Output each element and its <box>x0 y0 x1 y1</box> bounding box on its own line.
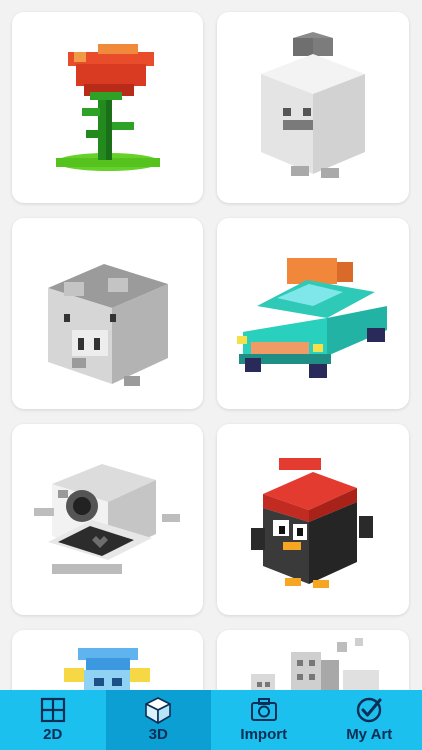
rose-voxel-image <box>56 44 160 171</box>
tab-import-label: Import <box>240 726 288 743</box>
checkmark-circle-icon <box>357 697 382 723</box>
gallery-item-ghost[interactable] <box>217 12 409 203</box>
camera-icon <box>250 698 277 721</box>
penguin-voxel-image <box>251 458 373 588</box>
cube-icon <box>145 697 172 724</box>
pig-voxel-image <box>48 264 168 386</box>
camera-voxel-image <box>34 464 180 574</box>
tab-3d-label: 3D <box>148 726 168 743</box>
ghost-voxel-image <box>261 32 365 178</box>
gallery-item-camera[interactable] <box>12 424 203 615</box>
gallery-item-pig[interactable] <box>12 218 203 409</box>
tab-2d-label: 2D <box>43 726 63 743</box>
tab-my-art[interactable]: My Art <box>317 690 422 750</box>
bottom-tab-bar: 2D 3D Import My Art <box>0 690 422 750</box>
gallery-item-rose[interactable] <box>12 12 203 203</box>
gallery-item-penguin[interactable] <box>217 424 409 615</box>
tab-2d[interactable]: 2D <box>0 690 106 750</box>
tab-import[interactable]: Import <box>211 690 317 750</box>
car-voxel-image <box>237 258 387 378</box>
grid-icon <box>40 697 65 723</box>
tab-my-art-label: My Art <box>346 726 393 743</box>
tab-3d[interactable]: 3D <box>105 690 211 750</box>
gallery-item-car[interactable] <box>217 218 409 409</box>
